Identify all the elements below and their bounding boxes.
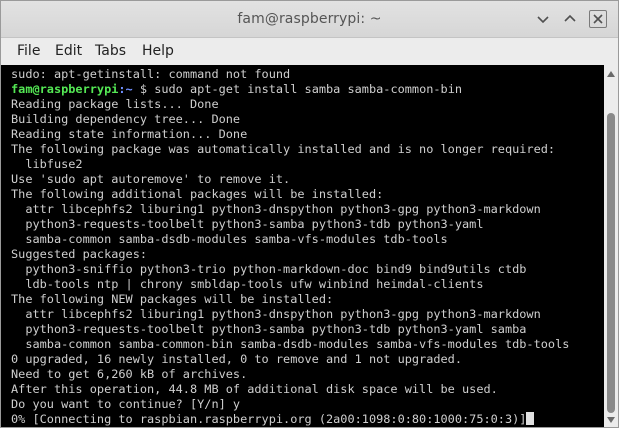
prompt-symbol: $ [132, 82, 155, 96]
menu-edit[interactable]: Edit [55, 43, 82, 59]
terminal-line: samba-common samba-dsdb-modules samba-vf… [11, 232, 448, 246]
terminal-line: python3-requests-toolbelt python3-samba … [11, 217, 484, 231]
arrow-down-icon [607, 417, 615, 423]
terminal-line: sudo: apt-getinstall: command not found [11, 67, 291, 81]
terminal-line: attr libcephfs2 liburing1 python3-dnspyt… [11, 307, 541, 321]
chevron-up-icon [564, 14, 576, 22]
vertical-scrollbar[interactable] [604, 65, 618, 427]
terminal-line: The following package was automatically … [11, 142, 556, 156]
terminal-command-line: fam@raspberrypi:~ $ sudo apt-get install… [11, 82, 462, 97]
terminal-line: The following additional packages will b… [11, 187, 384, 201]
terminal-line: Do you want to continue? [Y/n] y [11, 397, 241, 411]
terminal-line: After this operation, 44.8 MB of additio… [11, 382, 498, 396]
terminal-progress-line: 0% [Connecting to raspbian.raspberrypi.o… [11, 412, 535, 427]
terminal-line: Need to get 6,260 kB of archives. [11, 367, 248, 381]
terminal-line: 0 upgraded, 16 newly installed, 0 to rem… [11, 352, 463, 366]
terminal-line: python3-sniffio python3-trio python-mark… [11, 262, 527, 276]
close-button[interactable] [589, 10, 607, 28]
scroll-up-button[interactable] [606, 69, 616, 79]
chevron-down-icon [537, 16, 549, 24]
window-title: fam@raspberrypi: ~ [237, 11, 382, 27]
menu-bar: File Edit Tabs Help [1, 38, 618, 65]
arrow-up-icon [607, 71, 615, 77]
terminal-output[interactable]: sudo: apt-getinstall: command not found … [1, 65, 604, 427]
terminal-line: Reading package lists... Done [11, 97, 219, 111]
terminal-cursor [526, 412, 535, 425]
menu-tabs[interactable]: Tabs [95, 43, 126, 59]
prompt-path: :~ [118, 82, 133, 96]
terminal-line: libfuse2 [11, 157, 83, 171]
terminal-line: Use 'sudo apt autoremove' to remove it. [11, 172, 291, 186]
terminal-line: Suggested packages: [11, 247, 148, 261]
terminal-command: sudo apt-get install samba samba-common-… [154, 82, 463, 96]
terminal-line: python3-requests-toolbelt python3-samba … [11, 322, 527, 336]
terminal-progress-text: 0% [Connecting to raspbian.raspberrypi.o… [11, 412, 527, 426]
terminal-line: The following NEW packages will be insta… [11, 292, 334, 306]
prompt-user: fam@raspberrypi [11, 82, 119, 96]
menu-file[interactable]: File [17, 43, 40, 59]
terminal-line: Building dependency tree... Done [11, 112, 241, 126]
terminal-window: fam@raspberrypi: ~ File Edit Tabs Help s… [0, 0, 619, 428]
maximize-button[interactable] [561, 10, 579, 28]
minimize-button[interactable] [534, 10, 552, 28]
terminal-line: Reading state information... Done [11, 127, 248, 141]
terminal-line: ldb-tools ntp | chrony smbldap-tools ufw… [11, 277, 484, 291]
scroll-down-button[interactable] [606, 415, 616, 425]
title-bar[interactable]: fam@raspberrypi: ~ [1, 1, 618, 38]
menu-help[interactable]: Help [142, 43, 174, 59]
close-icon [593, 14, 603, 24]
terminal-line: samba-common samba-common-bin samba-dsdb… [11, 337, 570, 351]
scrollbar-thumb[interactable] [607, 113, 615, 413]
terminal-line: attr libcephfs2 liburing1 python3-dnspyt… [11, 202, 541, 216]
